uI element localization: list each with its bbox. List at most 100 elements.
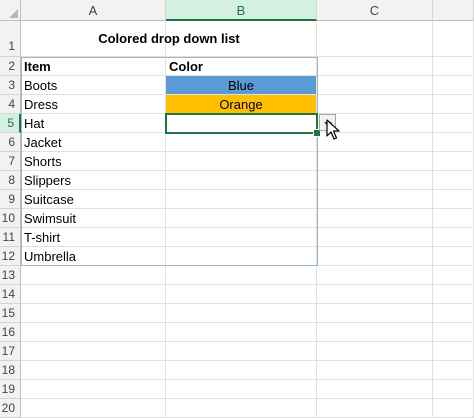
cell-c9[interactable] bbox=[317, 190, 433, 209]
cell-c16[interactable] bbox=[317, 323, 433, 342]
row-header-8[interactable]: 8 bbox=[0, 171, 21, 190]
cell-c10[interactable] bbox=[317, 209, 433, 228]
cell-b18[interactable] bbox=[166, 361, 317, 380]
cell-d10[interactable] bbox=[433, 209, 474, 228]
cell-d7[interactable] bbox=[433, 152, 474, 171]
column-header-c[interactable]: C bbox=[317, 0, 433, 21]
row-header-18[interactable]: 18 bbox=[0, 361, 21, 380]
cell-a9[interactable]: Suitcase bbox=[21, 190, 166, 209]
cell-c20[interactable] bbox=[317, 399, 433, 418]
cell-c12[interactable] bbox=[317, 247, 433, 266]
cell-c15[interactable] bbox=[317, 304, 433, 323]
cell-a2[interactable]: Item bbox=[21, 57, 166, 76]
cell-a13[interactable] bbox=[21, 266, 166, 285]
cell-a8[interactable]: Slippers bbox=[21, 171, 166, 190]
cell-a17[interactable] bbox=[21, 342, 166, 361]
cell-b13[interactable] bbox=[166, 266, 317, 285]
cell-c1[interactable] bbox=[317, 21, 433, 57]
cell-d2[interactable] bbox=[433, 57, 474, 76]
cell-c8[interactable] bbox=[317, 171, 433, 190]
cell-b2[interactable]: Color bbox=[166, 57, 317, 76]
cell-d9[interactable] bbox=[433, 190, 474, 209]
cell-a14[interactable] bbox=[21, 285, 166, 304]
cell-c2[interactable] bbox=[317, 57, 433, 76]
cell-a19[interactable] bbox=[21, 380, 166, 399]
cell-d17[interactable] bbox=[433, 342, 474, 361]
cell-a3[interactable]: Boots bbox=[21, 76, 166, 95]
cell-a18[interactable] bbox=[21, 361, 166, 380]
row-header-3[interactable]: 3 bbox=[0, 76, 21, 95]
cell-b16[interactable] bbox=[166, 323, 317, 342]
cell-a20[interactable] bbox=[21, 399, 166, 418]
row-header-16[interactable]: 16 bbox=[0, 323, 21, 342]
cell-d1[interactable] bbox=[433, 21, 474, 57]
cell-a10[interactable]: Swimsuit bbox=[21, 209, 166, 228]
row-header-10[interactable]: 10 bbox=[0, 209, 21, 228]
row-header-11[interactable]: 11 bbox=[0, 228, 21, 247]
cell-b20[interactable] bbox=[166, 399, 317, 418]
select-all-corner[interactable] bbox=[0, 0, 21, 21]
cell-b12[interactable] bbox=[166, 247, 317, 266]
cell-c19[interactable] bbox=[317, 380, 433, 399]
cell-c11[interactable] bbox=[317, 228, 433, 247]
cell-b17[interactable] bbox=[166, 342, 317, 361]
cell-d16[interactable] bbox=[433, 323, 474, 342]
row-header-6[interactable]: 6 bbox=[0, 133, 21, 152]
cell-d20[interactable] bbox=[433, 399, 474, 418]
cell-b4[interactable]: Orange bbox=[166, 95, 317, 114]
cell-d5[interactable] bbox=[433, 114, 474, 133]
row-header-20[interactable]: 20 bbox=[0, 399, 21, 418]
row-header-7[interactable]: 7 bbox=[0, 152, 21, 171]
cell-b9[interactable] bbox=[166, 190, 317, 209]
column-header-d[interactable] bbox=[433, 0, 474, 21]
row-header-9[interactable]: 9 bbox=[0, 190, 21, 209]
cell-b8[interactable] bbox=[166, 171, 317, 190]
cell-c13[interactable] bbox=[317, 266, 433, 285]
cell-a6[interactable]: Jacket bbox=[21, 133, 166, 152]
cell-d13[interactable] bbox=[433, 266, 474, 285]
cell-b19[interactable] bbox=[166, 380, 317, 399]
cell-c7[interactable] bbox=[317, 152, 433, 171]
cell-a16[interactable] bbox=[21, 323, 166, 342]
row-header-4[interactable]: 4 bbox=[0, 95, 21, 114]
row-header-12[interactable]: 12 bbox=[0, 247, 21, 266]
row-header-2[interactable]: 2 bbox=[0, 57, 21, 76]
cell-b3[interactable]: Blue bbox=[166, 76, 317, 95]
row-header-1[interactable]: 1 bbox=[0, 21, 21, 57]
row-header-19[interactable]: 19 bbox=[0, 380, 21, 399]
cell-d6[interactable] bbox=[433, 133, 474, 152]
cell-c4[interactable] bbox=[317, 95, 433, 114]
cell-a5[interactable]: Hat bbox=[21, 114, 166, 133]
cell-a12[interactable]: Umbrella bbox=[21, 247, 166, 266]
cell-d3[interactable] bbox=[433, 76, 474, 95]
column-header-b[interactable]: B bbox=[166, 0, 317, 21]
cell-a4[interactable]: Dress bbox=[21, 95, 166, 114]
cell-b11[interactable] bbox=[166, 228, 317, 247]
cell-d14[interactable] bbox=[433, 285, 474, 304]
row-header-5[interactable]: 5 bbox=[0, 114, 21, 133]
row-header-14[interactable]: 14 bbox=[0, 285, 21, 304]
cell-b7[interactable] bbox=[166, 152, 317, 171]
cell-d15[interactable] bbox=[433, 304, 474, 323]
cell-b15[interactable] bbox=[166, 304, 317, 323]
cell-c14[interactable] bbox=[317, 285, 433, 304]
cell-c17[interactable] bbox=[317, 342, 433, 361]
cell-a15[interactable] bbox=[21, 304, 166, 323]
cell-d11[interactable] bbox=[433, 228, 474, 247]
row-header-15[interactable]: 15 bbox=[0, 304, 21, 323]
column-header-a[interactable]: A bbox=[21, 0, 166, 21]
cell-b10[interactable] bbox=[166, 209, 317, 228]
cell-b14[interactable] bbox=[166, 285, 317, 304]
row-header-17[interactable]: 17 bbox=[0, 342, 21, 361]
cell-b5[interactable] bbox=[166, 114, 317, 133]
cell-d8[interactable] bbox=[433, 171, 474, 190]
cell-c3[interactable] bbox=[317, 76, 433, 95]
cell-d19[interactable] bbox=[433, 380, 474, 399]
row-header-13[interactable]: 13 bbox=[0, 266, 21, 285]
cell-a7[interactable]: Shorts bbox=[21, 152, 166, 171]
cell-c18[interactable] bbox=[317, 361, 433, 380]
cell-a11[interactable]: T-shirt bbox=[21, 228, 166, 247]
cell-d4[interactable] bbox=[433, 95, 474, 114]
cell-b6[interactable] bbox=[166, 133, 317, 152]
cell-d18[interactable] bbox=[433, 361, 474, 380]
